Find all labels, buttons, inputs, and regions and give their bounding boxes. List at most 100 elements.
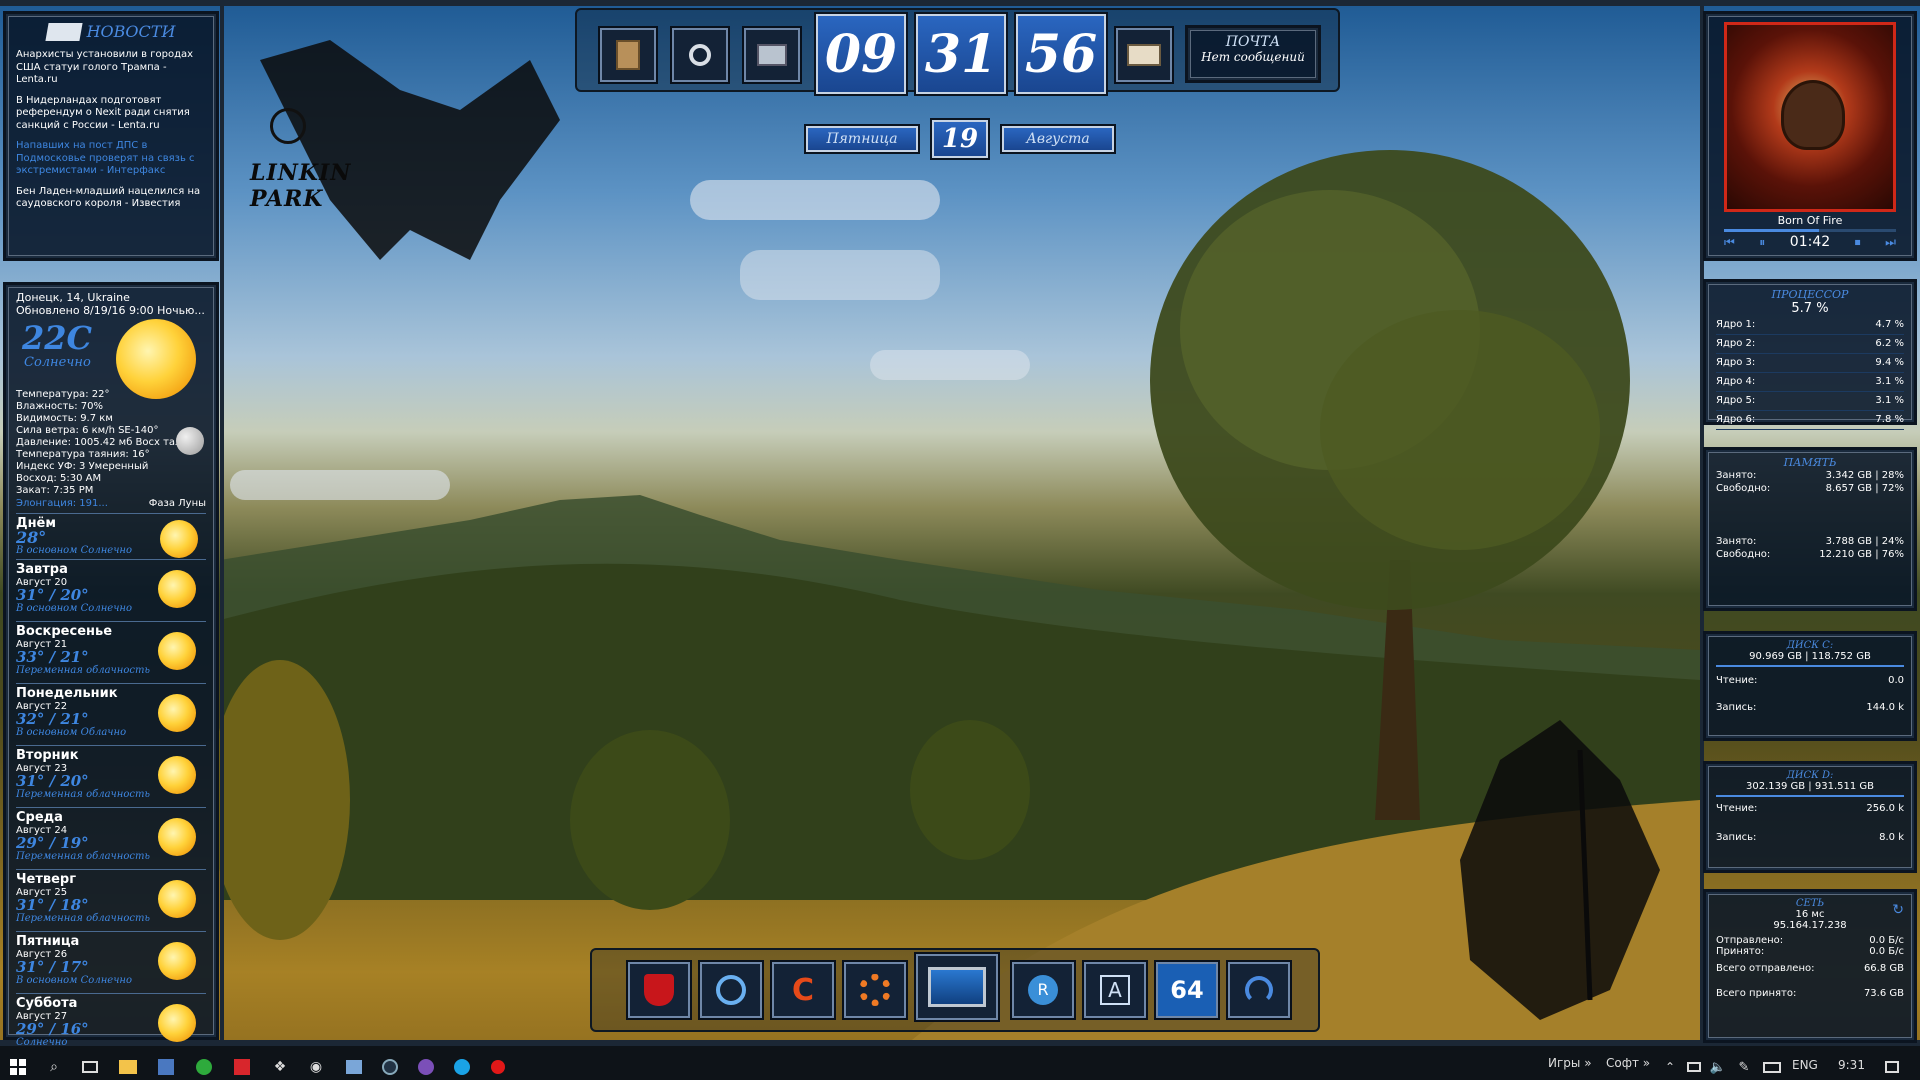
memory-value: 3.342 GB | 28% bbox=[1825, 470, 1904, 481]
contacts-book-icon bbox=[616, 40, 640, 70]
keyboard-icon[interactable] bbox=[1762, 1058, 1782, 1076]
app-icon[interactable]: ❖ bbox=[270, 1058, 290, 1076]
cpu-core-value: 6.2 % bbox=[1875, 338, 1904, 349]
forecast-high: 32° bbox=[16, 710, 45, 728]
disk-d-panel: ДИСК D: 302.139 GB | 931.511 GB Чтение: 2… bbox=[1706, 764, 1914, 870]
network-places-button[interactable] bbox=[744, 28, 800, 82]
network-ip: 95.164.17.238 bbox=[1773, 920, 1847, 931]
forecast-day: Среда Август 24 29° / 19° Переменная облачн… bbox=[16, 807, 206, 869]
wallpaper: LINKIN PARK bbox=[0, 0, 1920, 1080]
month-box: Августа bbox=[1002, 126, 1114, 152]
cpu-core-label: Ядро 3: bbox=[1716, 357, 1756, 368]
refresh-icon[interactable]: ↻ bbox=[1892, 902, 1904, 918]
start-windows-icon[interactable] bbox=[8, 1058, 28, 1076]
cpu-core-value: 9.4 % bbox=[1875, 357, 1904, 368]
weather-detail-line: Видимость: 9.7 км bbox=[16, 413, 113, 424]
forecast-high: 29° bbox=[16, 1020, 45, 1038]
recorder-icon[interactable] bbox=[488, 1058, 508, 1076]
skype-icon[interactable] bbox=[452, 1058, 472, 1076]
disk-c-write: 144.0 k bbox=[1866, 702, 1904, 713]
elongation-text: Элонгация: 191... bbox=[16, 498, 108, 509]
mail-panel[interactable]: ПОЧТА Нет сообщений bbox=[1188, 28, 1318, 80]
shield-icon bbox=[644, 974, 674, 1006]
revo-button[interactable]: R bbox=[1012, 962, 1074, 1018]
pen-icon[interactable]: ✎ bbox=[1734, 1058, 1754, 1076]
chevron-up-icon[interactable]: ⌃ bbox=[1660, 1058, 1680, 1076]
task-view-icon[interactable] bbox=[80, 1058, 100, 1076]
sun-icon bbox=[158, 880, 196, 918]
sun-icon bbox=[158, 942, 196, 980]
search-button[interactable] bbox=[672, 28, 728, 82]
track-progress bbox=[1724, 229, 1819, 232]
steam-icon[interactable] bbox=[380, 1058, 400, 1076]
audio-button[interactable] bbox=[1228, 962, 1290, 1018]
media-button[interactable] bbox=[700, 962, 762, 1018]
envelope-icon bbox=[1127, 44, 1161, 66]
file-explorer-icon[interactable] bbox=[118, 1058, 138, 1076]
cpu-core-label: Ядро 4: bbox=[1716, 376, 1756, 387]
next-track-icon[interactable]: ⏭ bbox=[1885, 235, 1896, 250]
news-item[interactable]: Напавших на пост ДПС в Подмосковье прове… bbox=[16, 140, 206, 178]
weather-detail-line: Закат: 7:35 PM bbox=[16, 485, 94, 496]
weather-detail-line: Температура таяния: 16° bbox=[16, 449, 150, 460]
aida64-icon: 64 bbox=[1170, 976, 1204, 1004]
weather-location: Донецк, 14, Ukraine bbox=[16, 291, 130, 304]
app-icon[interactable] bbox=[194, 1058, 214, 1076]
pause-icon[interactable]: ⏸ bbox=[1759, 235, 1765, 250]
cpu-core-row: Ядро 3: 9.4 % bbox=[1716, 354, 1904, 373]
search-icon[interactable]: ⌕ bbox=[44, 1058, 64, 1076]
forecast-low: 20° bbox=[60, 772, 89, 790]
toolbar-soft[interactable]: Софт » bbox=[1606, 1056, 1650, 1070]
track-time: 01:42 bbox=[1789, 234, 1831, 250]
app-icon[interactable] bbox=[156, 1058, 176, 1076]
disk-c-title: ДИСК С: bbox=[1786, 640, 1834, 651]
memory-label: Занято: bbox=[1716, 536, 1757, 547]
memory-value: 12.210 GB | 76% bbox=[1819, 549, 1904, 560]
forecast-low: 18° bbox=[60, 896, 89, 914]
disk-d-write: 8.0 k bbox=[1879, 832, 1904, 843]
previous-track-icon[interactable]: ⏮ bbox=[1724, 235, 1735, 250]
antivirus-button[interactable] bbox=[628, 962, 690, 1018]
forecast-high: 31° bbox=[16, 772, 45, 790]
network-tray-icon[interactable] bbox=[1684, 1058, 1704, 1076]
net-total-recv-label: Всего принято: bbox=[1716, 988, 1797, 999]
notifications-icon[interactable] bbox=[1882, 1058, 1902, 1076]
news-item[interactable]: В Нидерландах подготовят референдум о Ne… bbox=[16, 95, 206, 133]
news-item[interactable]: Анархисты установили в городах США стату… bbox=[16, 49, 206, 87]
ccleaner-icon: C bbox=[791, 972, 815, 1008]
disk-d-title: ДИСК D: bbox=[1786, 770, 1834, 781]
viber-icon[interactable] bbox=[416, 1058, 436, 1076]
weekday-box: Пятница bbox=[806, 126, 918, 152]
app-icon[interactable] bbox=[344, 1058, 364, 1076]
weather-temp: 22C bbox=[22, 319, 92, 357]
disk-c-read: 0.0 bbox=[1888, 675, 1904, 686]
language-indicator[interactable]: ENG bbox=[1792, 1058, 1818, 1072]
news-item[interactable]: Бен Ладен-младший нацелился на саудовско… bbox=[16, 186, 206, 211]
forecast-low: 21° bbox=[60, 648, 89, 666]
music-panel: Born Of Fire ⏮ ⏸ 01:42 ⏹ ⏭ bbox=[1706, 14, 1914, 258]
cpu-core-label: Ядро 5: bbox=[1716, 395, 1756, 406]
memory-title: ПАМЯТЬ bbox=[1783, 456, 1837, 469]
my-computer-button[interactable] bbox=[916, 954, 998, 1020]
stop-icon[interactable]: ⏹ bbox=[1855, 235, 1861, 250]
taskbar-clock[interactable]: 9:31 bbox=[1838, 1058, 1865, 1072]
forecast-low: 21° bbox=[60, 710, 89, 728]
circle-icon bbox=[716, 975, 746, 1005]
media-player-icon[interactable]: ◉ bbox=[306, 1058, 326, 1076]
vivaldi-icon[interactable] bbox=[232, 1058, 252, 1076]
aida64-button[interactable]: 64 bbox=[1156, 962, 1218, 1018]
app-a-button[interactable]: A bbox=[1084, 962, 1146, 1018]
net-recv-label: Принято: bbox=[1716, 946, 1765, 957]
weather-detail-line: Индекс УФ: 3 Умеренный bbox=[16, 461, 149, 472]
ccleaner-button[interactable]: C bbox=[772, 962, 834, 1018]
volume-icon[interactable]: 🔈 bbox=[1708, 1058, 1728, 1076]
help-button[interactable] bbox=[844, 962, 906, 1018]
headphones-icon bbox=[1245, 976, 1273, 1004]
toolbar-games[interactable]: Игры » bbox=[1548, 1056, 1592, 1070]
mail-button[interactable] bbox=[1116, 28, 1172, 82]
sun-icon bbox=[116, 319, 196, 399]
moon-label: Фаза Луны bbox=[148, 498, 206, 509]
cpu-core-value: 3.1 % bbox=[1875, 376, 1904, 387]
contacts-button[interactable] bbox=[600, 28, 656, 82]
band-emblem-icon bbox=[270, 108, 306, 144]
